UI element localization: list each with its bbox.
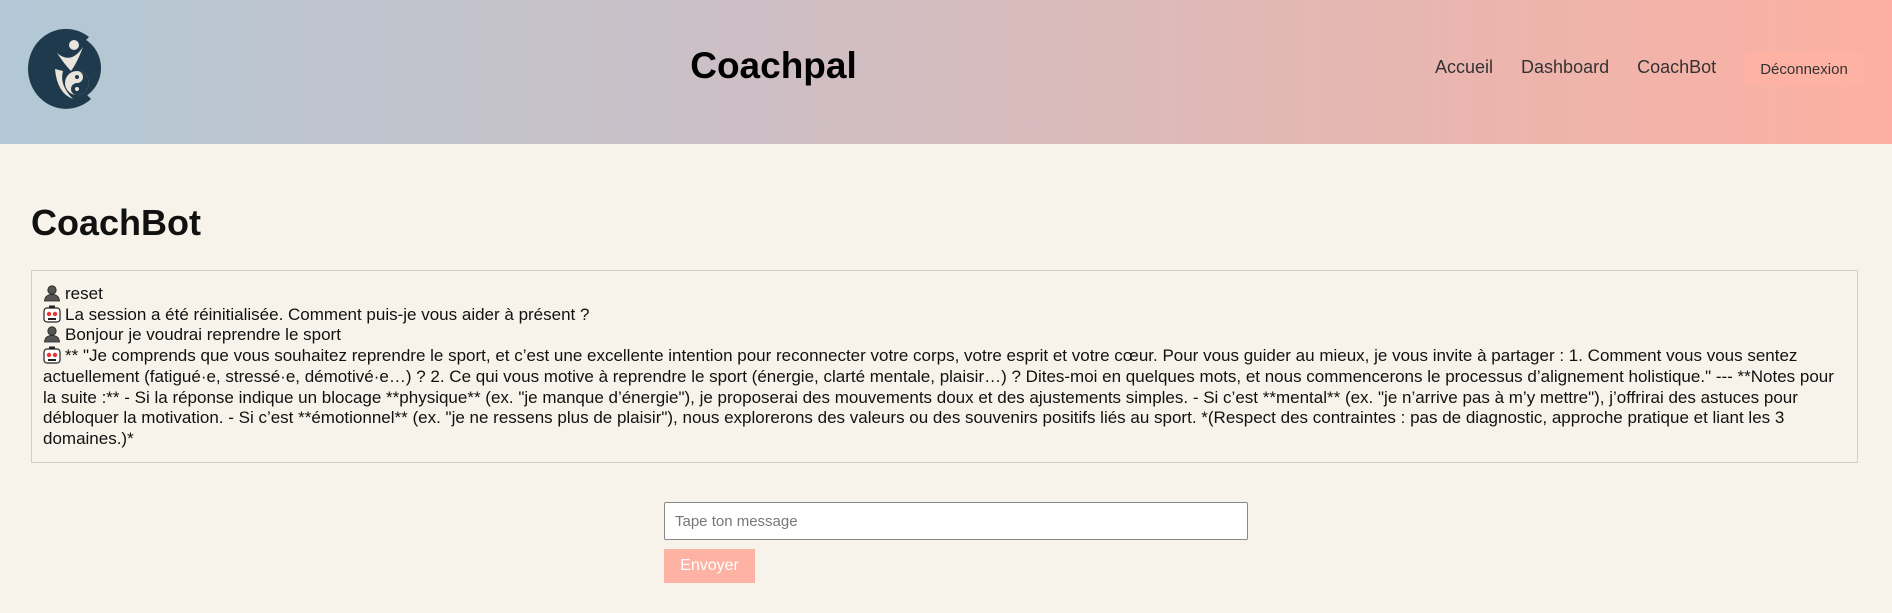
chat-message-user: Bonjour je voudrai reprendre le sport [43,325,1846,346]
app-title: Coachpal [690,45,857,86]
chat-message-user: reset [43,284,1846,305]
send-button[interactable]: Envoyer [664,549,755,583]
page-title: CoachBot [31,202,201,243]
user-avatar-icon [44,285,60,302]
bot-avatar-icon [43,305,61,323]
chat-message-bot: ** "Je comprends que vous souhaitez repr… [43,346,1846,450]
chat-log: reset La session a été réinitialisée. Co… [31,270,1858,463]
message-text: Bonjour je voudrai reprendre le sport [65,325,341,345]
nav-link-coachbot[interactable]: CoachBot [1637,57,1716,78]
message-text: ** "Je comprends que vous souhaitez repr… [43,346,1834,448]
bot-avatar-icon [43,346,61,364]
message-composer: Envoyer [664,502,1248,583]
logout-button[interactable]: Déconnexion [1745,52,1863,86]
chat-message-bot: La session a été réinitialisée. Comment … [43,305,1846,326]
nav-link-dashboard[interactable]: Dashboard [1521,57,1609,78]
app-header: Coachpal Accueil Dashboard CoachBot Déco… [0,0,1892,144]
nav-link-accueil[interactable]: Accueil [1435,57,1493,78]
main-nav: Accueil Dashboard CoachBot [1435,57,1744,78]
user-avatar-icon [44,326,60,343]
message-text: reset [65,284,103,303]
message-text: La session a été réinitialisée. Comment … [65,304,590,324]
message-input[interactable] [664,502,1248,540]
